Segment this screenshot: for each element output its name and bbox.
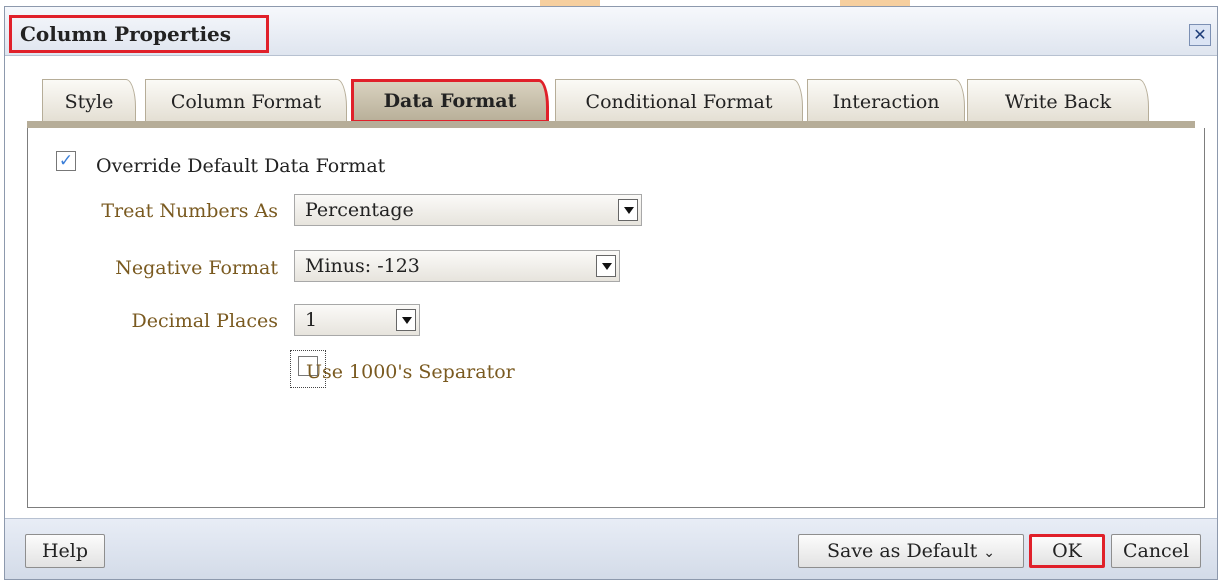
treat-numbers-as-label: Treat Numbers As — [101, 200, 278, 222]
tab-bar: Style Column Format Data Format Conditio… — [5, 55, 1217, 128]
ok-button[interactable]: OK — [1029, 534, 1105, 568]
tab-column-format[interactable]: Column Format — [145, 79, 347, 123]
tab-style[interactable]: Style — [42, 79, 136, 123]
override-label: Override Default Data Format — [96, 155, 386, 177]
dropdown-arrow-icon[interactable] — [618, 199, 638, 221]
treat-numbers-as-select[interactable]: Percentage — [294, 194, 642, 226]
negative-format-value: Minus: -123 — [305, 255, 420, 277]
tab-write-back[interactable]: Write Back — [967, 79, 1149, 123]
tab-conditional-format[interactable]: Conditional Format — [555, 79, 803, 123]
override-checkbox[interactable]: ✓ — [56, 151, 76, 171]
negative-format-select[interactable]: Minus: -123 — [294, 250, 620, 282]
chevron-down-icon: ⌄ — [983, 545, 996, 561]
tab-data-format[interactable]: Data Format — [351, 79, 549, 123]
close-icon[interactable]: ✕ — [1189, 24, 1211, 46]
dialog-titlebar: Column Properties ✕ — [5, 7, 1217, 56]
decimal-places-label: Decimal Places — [131, 310, 278, 332]
decimal-places-select[interactable]: 1 — [294, 304, 420, 336]
dialog-title: Column Properties — [9, 15, 269, 53]
negative-format-label: Negative Format — [115, 257, 278, 279]
save-as-default-label: Save as Default — [826, 540, 978, 562]
treat-numbers-as-value: Percentage — [305, 199, 414, 221]
save-as-default-button[interactable]: Save as Default ⌄ — [798, 534, 1024, 568]
decimal-places-value: 1 — [305, 309, 318, 331]
dialog-footer: Help Save as Default ⌄ OK Cancel — [5, 518, 1217, 579]
cancel-button[interactable]: Cancel — [1111, 534, 1201, 568]
data-format-panel: ✓ Override Default Data Format Treat Num… — [27, 128, 1205, 508]
dropdown-arrow-icon[interactable] — [596, 255, 616, 277]
help-button[interactable]: Help — [25, 534, 105, 568]
dropdown-arrow-icon[interactable] — [396, 309, 416, 331]
tab-interaction[interactable]: Interaction — [807, 79, 965, 123]
column-properties-dialog: Column Properties ✕ Style Column Format … — [4, 6, 1218, 580]
separator-label: Use 1000's Separator — [306, 361, 515, 383]
tab-divider — [27, 121, 1195, 128]
